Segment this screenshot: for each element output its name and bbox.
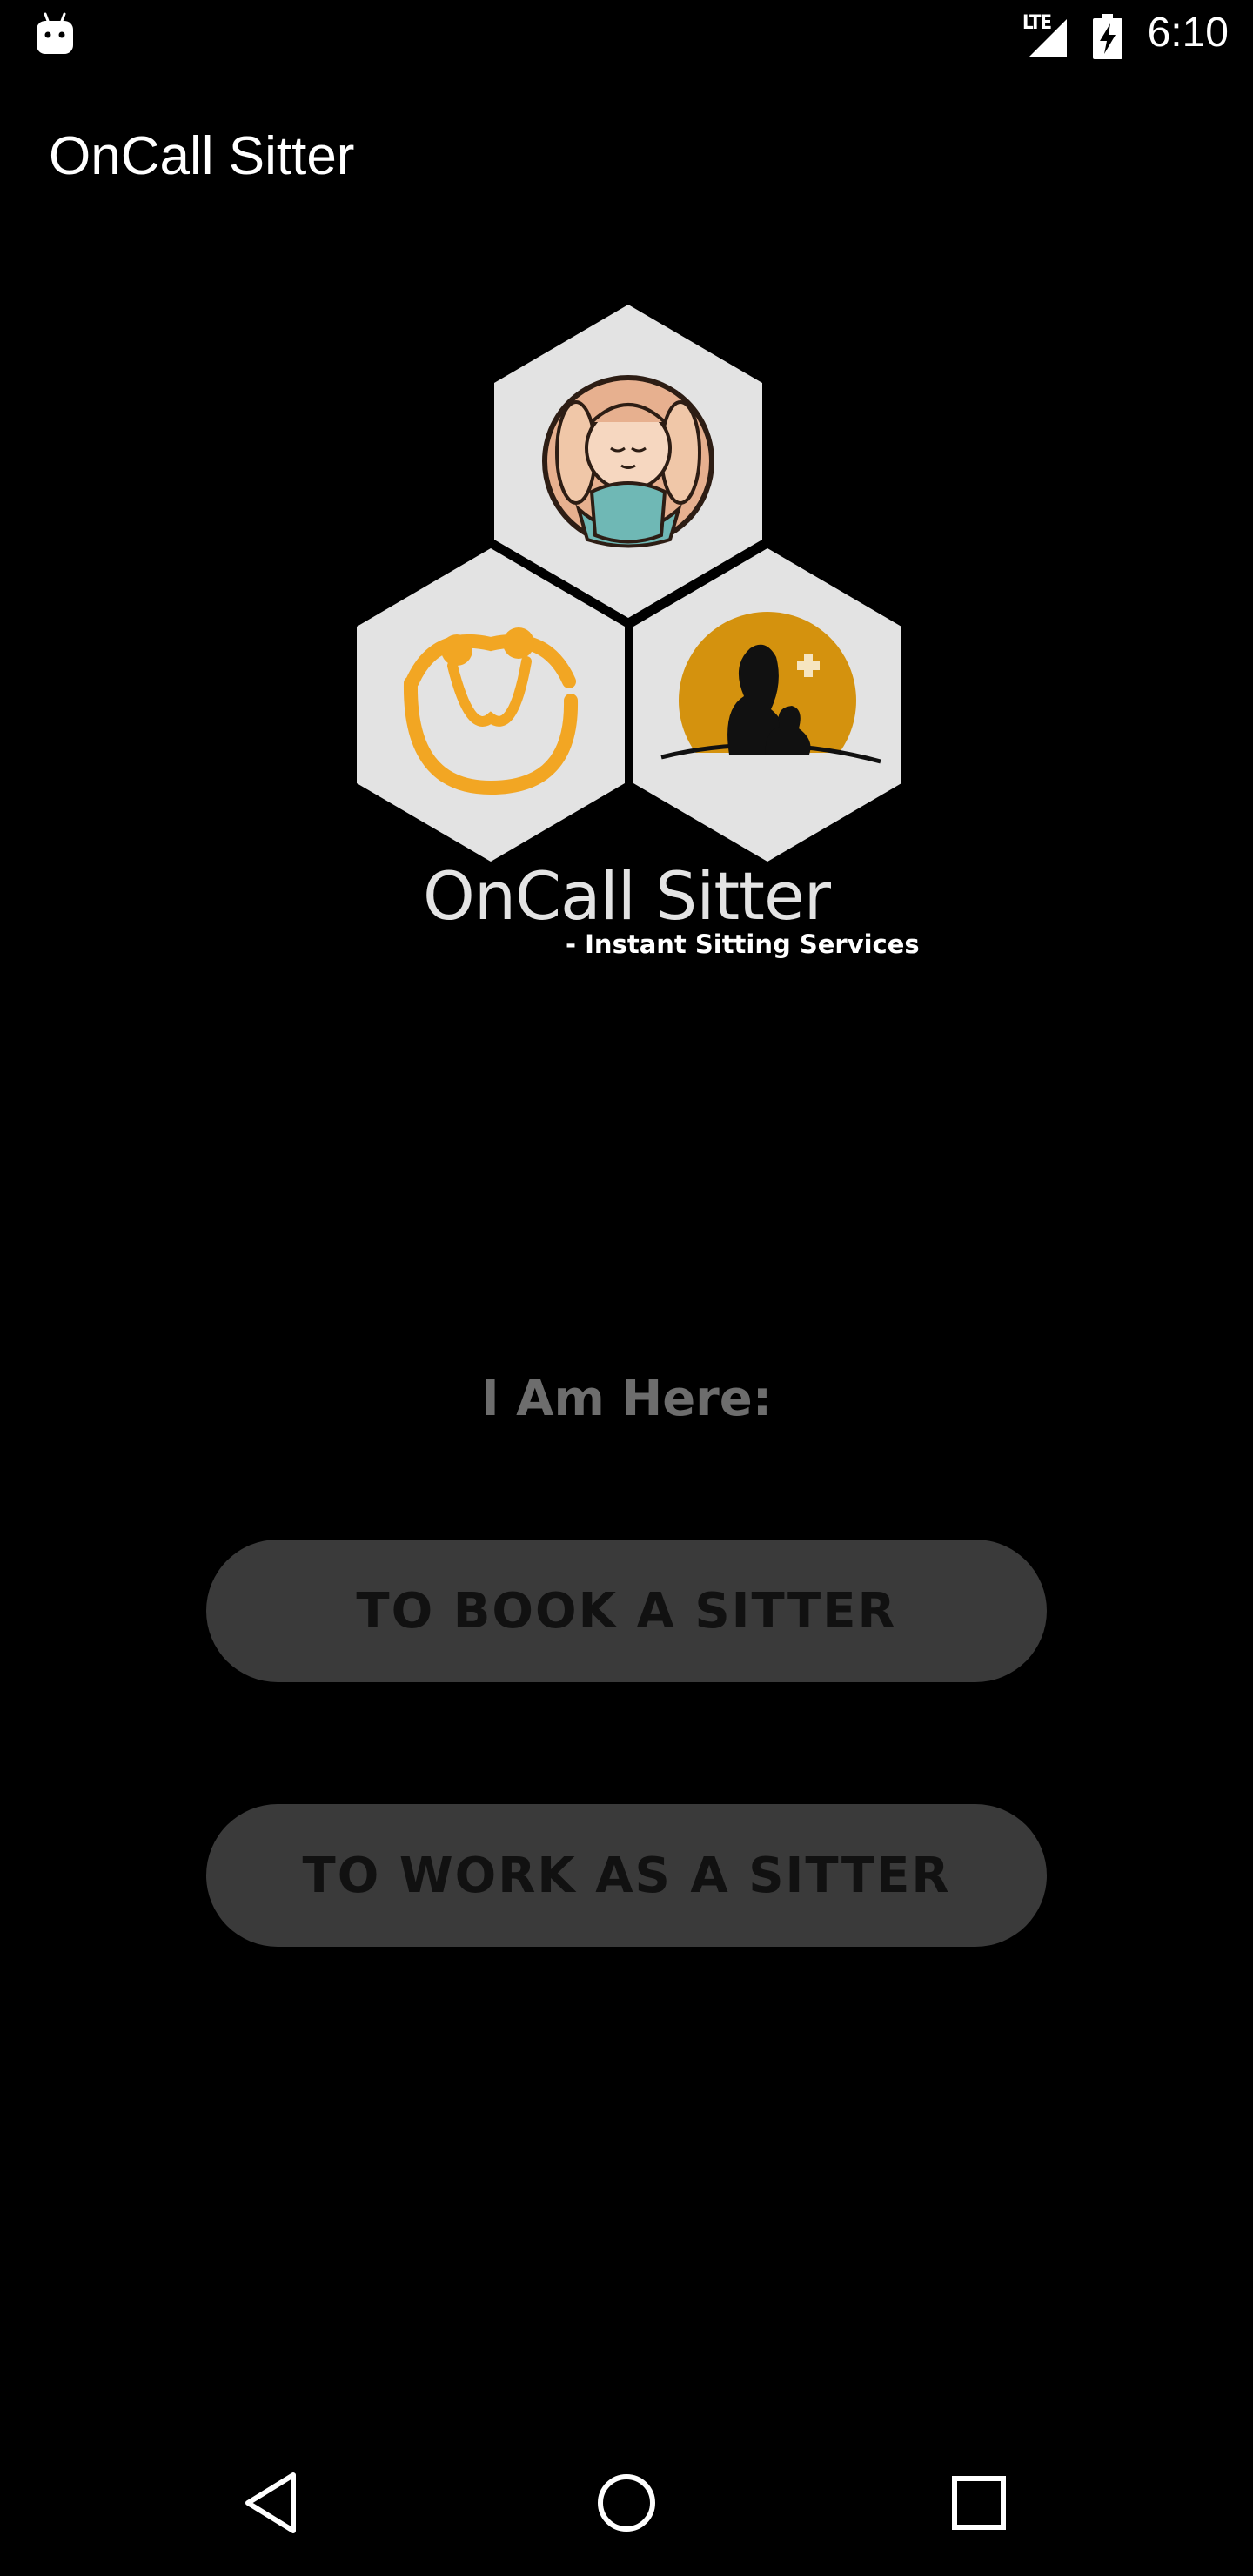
book-sitter-button-label: TO BOOK A SITTER (356, 1582, 897, 1640)
role-prompt-label: I Am Here: (480, 1371, 773, 1427)
work-as-sitter-button-label: TO WORK AS A SITTER (302, 1847, 951, 1904)
book-sitter-button[interactable]: TO BOOK A SITTER (206, 1540, 1047, 1682)
back-icon[interactable] (239, 2468, 309, 2538)
app-bar: OnCall Sitter (0, 73, 1253, 247)
home-icon[interactable] (592, 2468, 661, 2538)
brand-name: OnCall Sitter (423, 857, 831, 935)
navigation-bar (0, 2430, 1253, 2576)
baby-care-icon (494, 305, 762, 618)
status-bar: LTE 6:10 (0, 0, 1253, 73)
app-title: OnCall Sitter (49, 126, 355, 186)
android-notification-icon (37, 12, 73, 54)
brand-tagline: - Instant Sitting Services (566, 929, 920, 959)
elder-care-icon (357, 548, 625, 862)
pet-care-icon (633, 548, 901, 862)
recents-icon[interactable] (944, 2468, 1014, 2538)
battery-charging-icon (1093, 14, 1122, 59)
work-as-sitter-button[interactable]: TO WORK AS A SITTER (206, 1804, 1047, 1947)
signal-icon (1029, 19, 1067, 57)
status-clock: 6:10 (1147, 10, 1229, 56)
